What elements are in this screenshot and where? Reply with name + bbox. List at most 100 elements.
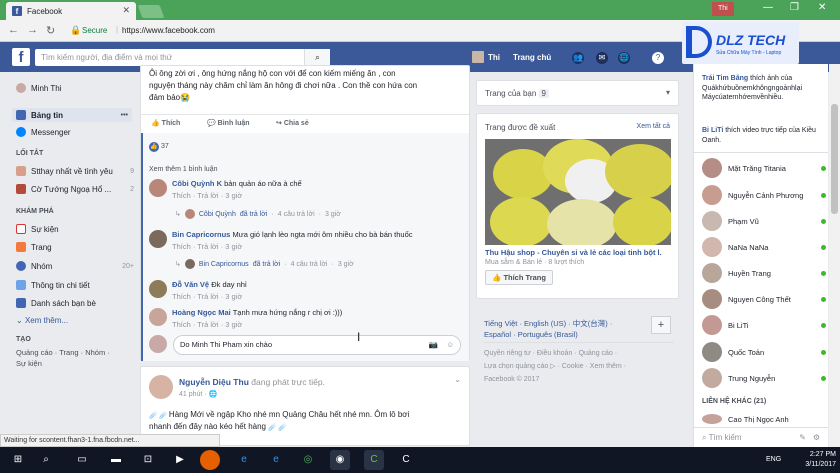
camtasia-icon[interactable]: C xyxy=(364,450,384,470)
comment-like-link[interactable]: Thích xyxy=(172,242,191,251)
home-link[interactable]: Trang chủ xyxy=(513,53,551,62)
url-text[interactable]: https://www.facebook.com xyxy=(122,26,215,35)
chat-contact[interactable]: Mặt Trăng Titania xyxy=(702,158,826,178)
page-scrollbar[interactable] xyxy=(829,64,840,447)
search-input[interactable]: Tìm kiếm người, địa điểm và mọi thứ ⌕ xyxy=(35,49,330,66)
emoji-icon[interactable]: ☺ xyxy=(446,336,454,354)
like-page-button[interactable]: 👍 Thích Trang xyxy=(485,270,553,285)
create-links[interactable]: Quảng cáo · Trang · Nhóm · xyxy=(16,348,110,357)
ie-icon[interactable]: e xyxy=(266,450,286,470)
comment-reply-link[interactable]: Trả lời xyxy=(197,292,218,301)
chat-contact[interactable]: Bi LiTi xyxy=(702,315,826,335)
reaction-count[interactable]: 👍 37 xyxy=(149,142,169,152)
comment-author[interactable]: Đỗ Văn Vệ xyxy=(172,280,209,289)
store-icon[interactable]: ⊡ xyxy=(138,450,158,470)
see-more-link[interactable]: ⌄ Xem thêm... xyxy=(16,316,68,325)
new-message-icon[interactable]: ✎ xyxy=(799,428,806,447)
chrome-icon[interactable]: ◉ xyxy=(330,450,350,470)
chat-contact[interactable]: NaNa NaNa xyxy=(702,237,826,257)
chat-contact[interactable]: Nguyen Công Thết xyxy=(702,289,826,309)
suggested-page-image[interactable] xyxy=(485,139,671,245)
taskbar-clock[interactable]: 2:27 PM 3/11/2017 xyxy=(790,450,836,470)
like-button[interactable]: 👍 Thích xyxy=(151,119,180,127)
comment-author[interactable]: Hoàng Ngọc Mai xyxy=(172,308,231,317)
your-pages-box[interactable]: Trang của bạn 9 ▾ xyxy=(476,80,679,106)
nav-item-messenger[interactable]: Messenger xyxy=(16,127,134,137)
share-button[interactable]: ↪ Chia sẻ xyxy=(276,119,309,127)
explore-item-pages[interactable]: Trang xyxy=(16,242,134,252)
reply-summary[interactable]: ↳ Côbi Quỳnh đã trả lời · 4 câu trả lời · 3 g… xyxy=(175,209,341,219)
language-links[interactable]: Español · Português (Brasil) xyxy=(484,330,578,339)
language-links[interactable]: Tiếng Việt · English (US) · 中文(台灣) · xyxy=(484,318,612,329)
footer-links[interactable]: Quyền riêng tư · Điều khoản · Quảng cáo … xyxy=(484,350,617,357)
notifications-icon[interactable]: 🌐 xyxy=(618,52,630,64)
comment-reply-link[interactable]: Trả lời xyxy=(197,242,218,251)
forward-icon[interactable]: → xyxy=(27,24,38,36)
windows-start-icon[interactable]: ⊞ xyxy=(8,450,28,470)
create-event-link[interactable]: Sự kiện xyxy=(16,359,42,368)
back-icon[interactable]: ← xyxy=(8,24,19,36)
friend-requests-icon[interactable]: 👥 xyxy=(572,52,584,64)
chat-contact[interactable]: Nguyễn Cảnh Phương xyxy=(702,185,826,205)
gear-icon[interactable]: ⚙ xyxy=(813,428,820,447)
suggested-page-name[interactable]: Thu Hậu shop - Chuyên sỉ và lẻ các loại … xyxy=(485,248,675,257)
task-view-icon[interactable]: ▭ xyxy=(72,450,92,470)
comment-button[interactable]: 💬 Bình luận xyxy=(207,119,250,127)
edge-icon[interactable]: e xyxy=(234,450,254,470)
see-all-link[interactable]: Xem tất cả xyxy=(637,123,670,130)
recorder-icon[interactable]: C xyxy=(396,450,416,470)
chat-contact[interactable]: Huyền Trang xyxy=(702,263,826,283)
chat-contact[interactable]: Quốc Toản xyxy=(702,342,826,362)
new-tab-button[interactable] xyxy=(137,5,165,18)
chat-contact[interactable]: Phạm Vũ xyxy=(702,211,826,231)
explore-item-friend-lists[interactable]: Danh sách bạn bè xyxy=(16,298,134,308)
comment-author[interactable]: Bin Capricornus xyxy=(172,230,230,239)
chat-contact[interactable]: Cao Thị Ngọc Anh xyxy=(702,414,826,424)
camera-icon[interactable]: 📷 xyxy=(429,336,438,354)
comment-reply-link[interactable]: Trả lời xyxy=(197,320,218,329)
chat-contact[interactable]: Trung Nguyễn xyxy=(702,368,826,388)
shortcut-item[interactable]: Stthay nhất về tình yêu 9 xyxy=(16,166,134,176)
explore-item-groups[interactable]: Nhóm 20+ xyxy=(16,261,134,271)
explore-item-insights[interactable]: Thông tin chi tiết xyxy=(16,280,134,290)
nav-item-newsfeed[interactable]: Bảng tin ••• xyxy=(12,108,132,122)
chevron-down-icon[interactable]: ▾ xyxy=(666,88,670,97)
facebook-logo-icon[interactable]: f xyxy=(12,48,30,66)
comment-like-link[interactable]: Thích xyxy=(172,191,191,200)
more-options-icon[interactable]: ••• xyxy=(121,112,128,119)
close-window-icon[interactable]: ✕ xyxy=(818,2,826,13)
comment-author[interactable]: Côbi Quỳnh K xyxy=(172,179,222,188)
help-icon[interactable]: ? xyxy=(652,52,664,64)
chat-search-input[interactable]: ⌕ Tìm kiếm ✎ ⚙ xyxy=(694,427,828,447)
add-language-button[interactable]: + xyxy=(651,316,671,334)
comment-like-link[interactable]: Thích xyxy=(172,292,191,301)
chevron-down-icon[interactable]: ⌄ xyxy=(454,375,461,384)
top-profile-link[interactable]: Thi xyxy=(472,51,500,63)
window-user-badge[interactable]: Thi xyxy=(712,2,734,16)
more-comments-link[interactable]: Xem thêm 1 bình luận xyxy=(149,166,218,173)
post-author[interactable]: Nguyễn Diệu Thu xyxy=(179,377,249,387)
ticker-item[interactable]: Trái Tim Băng thích ảnh của Quákhứbuồnem… xyxy=(702,74,826,103)
comment-reply-link[interactable]: Trả lời xyxy=(197,191,218,200)
footer-links[interactable]: Lựa chọn quảng cáo ▷ · Cookie · Xem thêm… xyxy=(484,362,626,370)
messages-icon[interactable]: ✉ xyxy=(596,52,608,64)
search-icon[interactable]: ⌕ xyxy=(304,49,330,66)
comment-input[interactable]: Do Minh Thi Pham xin chào 📷 ☺ xyxy=(173,335,461,355)
browser-tab[interactable]: f Facebook ✕ xyxy=(6,2,136,20)
ticker-item[interactable]: Bi LiTi thích video trực tiếp của Kiều O… xyxy=(702,126,826,145)
minimize-icon[interactable]: — xyxy=(763,2,773,13)
file-explorer-icon[interactable]: ▬ xyxy=(106,450,126,470)
profile-link[interactable]: Minh Thi xyxy=(16,83,134,93)
reload-icon[interactable]: ↻ xyxy=(46,24,55,37)
shortcut-item[interactable]: Cờ Tướng Ngoạ Hổ ... 2 xyxy=(16,184,134,194)
app-icon[interactable]: ◎ xyxy=(298,450,318,470)
comment-like-link[interactable]: Thích xyxy=(172,320,191,329)
maximize-icon[interactable]: ❐ xyxy=(790,2,799,13)
media-player-icon[interactable]: ▶ xyxy=(170,450,190,470)
firefox-icon[interactable] xyxy=(200,450,220,470)
input-language[interactable]: ENG xyxy=(766,456,781,463)
close-tab-icon[interactable]: ✕ xyxy=(122,5,130,16)
reply-summary[interactable]: ↳ Bin Capricornus đã trả lời · 4 câu trả lờ… xyxy=(175,259,354,269)
explore-item-events[interactable]: Sự kiện xyxy=(16,224,134,234)
scrollbar-thumb[interactable] xyxy=(831,104,838,214)
